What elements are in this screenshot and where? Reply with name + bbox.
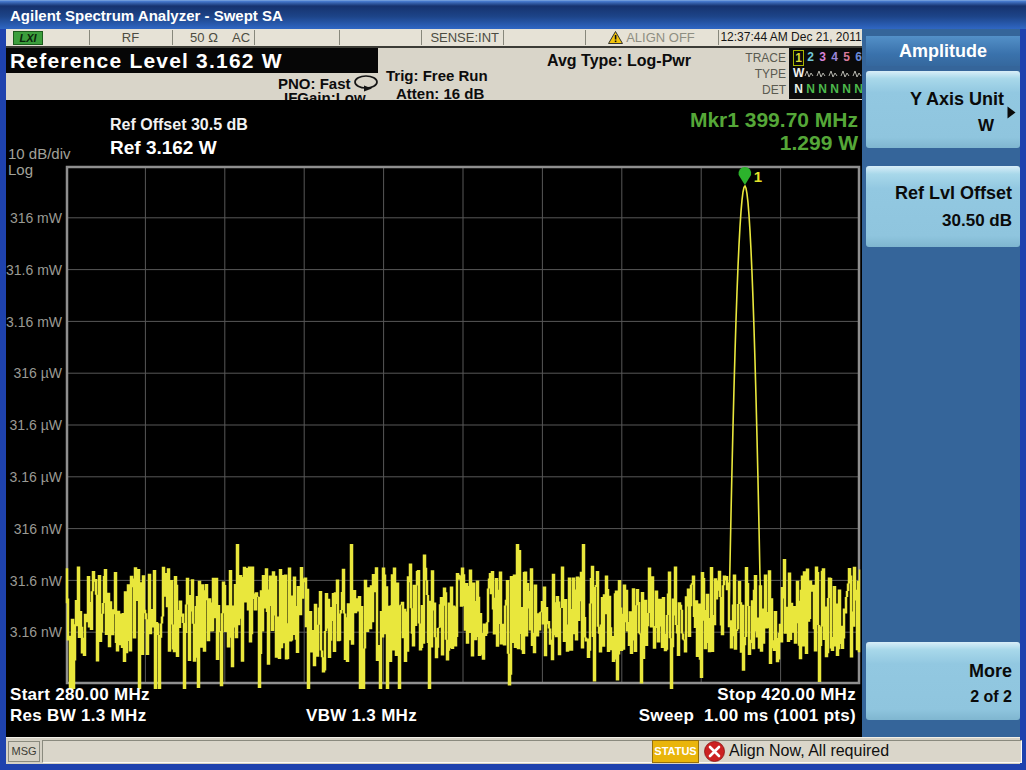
- type-row-label: TYPE: [726, 67, 786, 81]
- det-row-label: DET: [726, 83, 786, 97]
- error-icon: [704, 741, 725, 762]
- y-axis-label: 3.16 mW: [6, 314, 62, 330]
- submenu-arrow-icon: [1007, 106, 1016, 119]
- message-bar: MSG STATUS Align Now, All required: [6, 737, 1020, 764]
- vbw-annotation: VBW 1.3 MHz: [306, 706, 417, 726]
- trace-1-type: W: [793, 66, 804, 80]
- softkey-value: W: [978, 116, 994, 136]
- scale-per-div: 10 dB/div: [8, 145, 71, 162]
- measurement-bar: Reference Level 3.162 W PNO: Fast IFGain…: [6, 48, 862, 100]
- trace-4-indicator: 4: [829, 50, 840, 64]
- y-axis-label: 31.6 nW: [6, 573, 62, 589]
- stop-freq-annotation: Stop 420.00 MHz: [717, 685, 856, 705]
- msg-box: MSG: [8, 741, 40, 762]
- reference-level-box: Reference Level 3.162 W: [6, 48, 378, 73]
- ref-offset-annotation: Ref Offset 30.5 dB: [110, 116, 248, 134]
- marker-readout: Mkr1 399.70 MHz 1.299 W: [690, 108, 858, 154]
- rf-indicator: RF: [89, 29, 172, 46]
- reference-level: Reference Level 3.162 W: [10, 48, 283, 73]
- y-axis-label: 31.6 mW: [6, 262, 62, 278]
- trace-1-indicator: 1: [793, 50, 804, 66]
- softkey-label: More: [969, 661, 1012, 682]
- trace-2-indicator: 2: [805, 50, 816, 64]
- align-warning-icon: [608, 31, 623, 44]
- trace-3-indicator: 3: [817, 50, 828, 64]
- divider: [254, 30, 255, 45]
- status-message: Align Now, All required: [729, 742, 889, 760]
- softkey-value: 30.50 dB: [942, 211, 1012, 231]
- trace-type-waveform-icon: [804, 69, 862, 79]
- trace-status-box: 1 2 3 4 5 6 W N N N N N N: [789, 48, 864, 99]
- align-status-label: ALIGN OFF: [626, 30, 695, 45]
- sweep-annotation: Sweep 1.00 ms (1001 pts): [639, 706, 856, 726]
- trace-5-indicator: 5: [841, 50, 852, 64]
- ref-level-annotation: Ref 3.162 W: [110, 137, 217, 159]
- softkey-value: 2 of 2: [970, 688, 1012, 706]
- det-1: N: [793, 82, 804, 96]
- lxi-indicator: LXI: [13, 31, 43, 45]
- align-status: ALIGN OFF: [585, 29, 718, 46]
- marker-amplitude: 1.299 W: [690, 131, 858, 154]
- status-row: LXI RF 50 Ω AC SENSE:INT ALIGN OFF 12:37…: [6, 29, 862, 48]
- trace-detectors-row: N N N N N N: [789, 82, 864, 97]
- scale-type: Log: [8, 161, 33, 178]
- divider: [172, 30, 173, 45]
- trace-row-label: TRACE: [726, 51, 786, 65]
- res-bw-annotation: Res BW 1.3 MHz: [10, 706, 146, 726]
- y-axis-label: 316 µW: [6, 365, 62, 381]
- sense-indicator: SENSE:INT: [421, 29, 499, 46]
- y-axis-label: 3.16 nW: [6, 624, 62, 640]
- divider: [339, 30, 340, 45]
- det-2: N: [805, 82, 816, 96]
- y-axis-label: 316 nW: [6, 521, 62, 537]
- softkey-ref-lvl-offset[interactable]: Ref Lvl Offset 30.50 dB: [866, 166, 1020, 247]
- det-3: N: [817, 82, 828, 96]
- softkey-label: Y Axis Unit: [910, 89, 1004, 110]
- window-title: Agilent Spectrum Analyzer - Swept SA: [10, 1, 283, 30]
- trace-types-row: W: [789, 66, 864, 81]
- softkey-more[interactable]: More 2 of 2: [866, 642, 1020, 720]
- menu-title: Amplitude: [866, 36, 1020, 66]
- trigger-setting: Trig: Free Run: [386, 67, 488, 84]
- impedance-indicator: 50 Ω: [174, 29, 234, 46]
- y-axis-label: 316 mW: [6, 210, 62, 226]
- softkey-label: Ref Lvl Offset: [895, 183, 1012, 204]
- softkey-menu: Amplitude Y Axis Unit W Ref Lvl Offset 3…: [862, 29, 1020, 737]
- softkey-y-axis-unit[interactable]: Y Axis Unit W: [866, 71, 1020, 148]
- y-axis-label: 31.6 µW: [6, 417, 62, 433]
- y-axis-label: 3.16 µW: [6, 469, 62, 485]
- datetime: 12:37:44 AM Dec 21, 2011: [718, 29, 864, 46]
- spectrum-display: 10 dB/div Log Ref Offset 30.5 dB Ref 3.1…: [6, 100, 862, 737]
- det-5: N: [841, 82, 852, 96]
- avg-type-setting: Avg Type: Log-Pwr: [547, 52, 691, 70]
- spectrum-chart: 1: [66, 166, 860, 684]
- svg-text:1: 1: [754, 168, 762, 185]
- det-4: N: [829, 82, 840, 96]
- coupling-indicator: AC: [228, 29, 254, 46]
- status-badge: STATUS: [652, 740, 699, 763]
- trace-numbers-row: 1 2 3 4 5 6: [789, 50, 864, 65]
- marker-freq: Mkr1 399.70 MHz: [690, 108, 858, 131]
- title-bar: Agilent Spectrum Analyzer - Swept SA: [0, 0, 1026, 29]
- start-freq-annotation: Start 280.00 MHz: [10, 685, 150, 705]
- divider: [503, 30, 504, 45]
